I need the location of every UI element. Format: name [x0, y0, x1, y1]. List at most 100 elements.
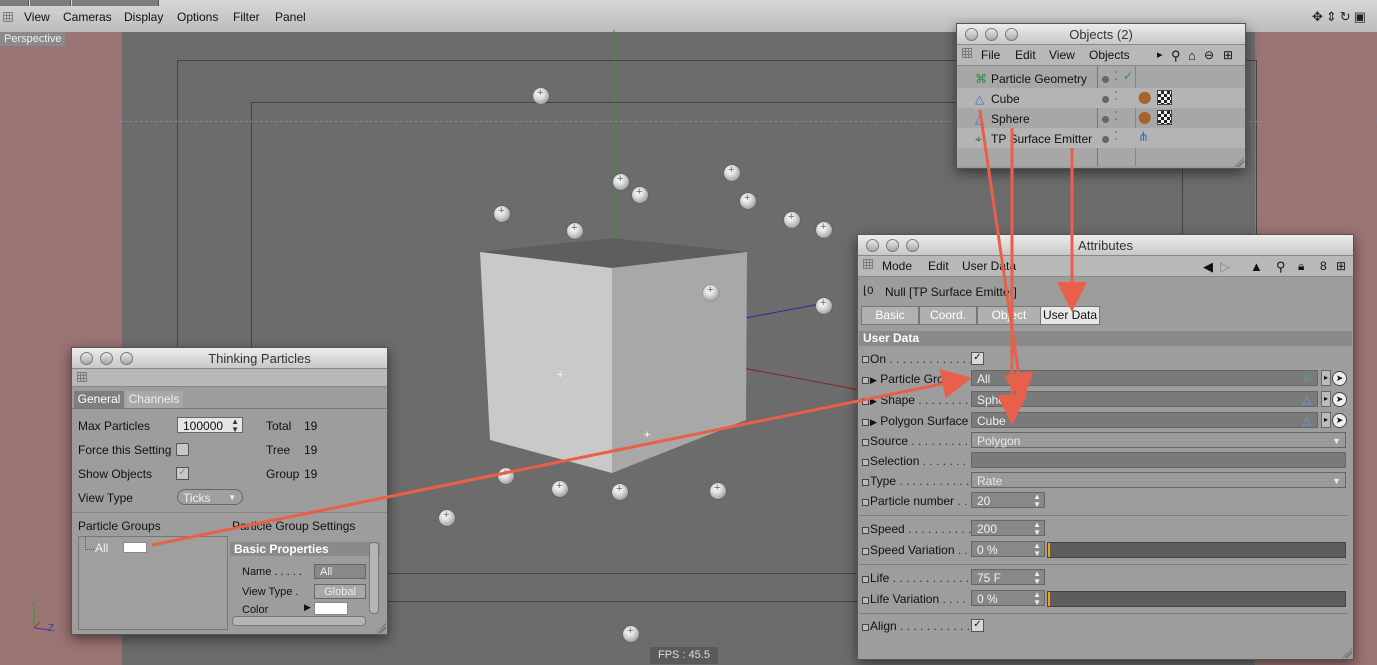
- minimize-icon[interactable]: [100, 352, 113, 365]
- tab-channels[interactable]: Channels: [125, 391, 183, 408]
- back-arrow-icon[interactable]: ◀: [1203, 259, 1213, 275]
- forward-arrow-icon[interactable]: ▷: [1220, 259, 1230, 275]
- particle-group-field[interactable]: All ⁙: [971, 370, 1318, 386]
- align-checkbox[interactable]: ✓: [971, 619, 984, 632]
- visibility-dot-icon[interactable]: [1102, 96, 1109, 103]
- texture-tag-icon[interactable]: [1157, 110, 1172, 125]
- keyframe-icon[interactable]: [862, 499, 869, 506]
- tab-object[interactable]: Object: [977, 306, 1041, 325]
- life-stepper[interactable]: 75 F ▲ ▼: [971, 569, 1045, 586]
- source-dropdown[interactable]: Polygon ▼: [971, 432, 1346, 448]
- name-field[interactable]: All: [314, 564, 366, 579]
- pick-object-icon[interactable]: ➤: [1332, 392, 1347, 407]
- pick-object-icon[interactable]: ➤: [1332, 413, 1347, 428]
- new-panel-icon[interactable]: ⊞: [1223, 48, 1233, 62]
- life-variation-stepper[interactable]: 0 % ▲ ▼: [971, 590, 1045, 607]
- max-particles-stepper[interactable]: 100000 ▲ ▼: [177, 417, 243, 434]
- grip-icon[interactable]: [77, 372, 87, 382]
- menu-mode[interactable]: Mode: [882, 259, 912, 273]
- menu-view[interactable]: View: [1049, 48, 1075, 62]
- xpresso-tag-icon[interactable]: ⋔: [1138, 129, 1149, 145]
- keyframe-icon[interactable]: [862, 624, 869, 631]
- menu-edit[interactable]: Edit: [928, 259, 949, 273]
- visibility-dot-icon[interactable]: [1102, 136, 1109, 143]
- tab-coord[interactable]: Coord.: [919, 306, 977, 325]
- expand-arrow-icon[interactable]: ▸: [1321, 412, 1331, 428]
- menu-objects[interactable]: Objects: [1089, 48, 1130, 62]
- render-dots-icon[interactable]: ⁚: [1114, 89, 1118, 103]
- render-dots-icon[interactable]: ⁚: [1114, 109, 1118, 123]
- resize-handle-icon[interactable]: [376, 623, 386, 633]
- visibility-dot-icon[interactable]: [1102, 116, 1109, 123]
- particle-number-stepper[interactable]: 20 ▲ ▼: [971, 492, 1045, 509]
- group-item-all[interactable]: All: [95, 541, 108, 555]
- up-arrow-icon[interactable]: ▲: [1250, 259, 1263, 274]
- object-row-tp-surface-emitter[interactable]: ⌖ TP Surface Emitter: [965, 129, 1095, 149]
- visibility-dot-icon[interactable]: [1102, 76, 1109, 83]
- tab-basic[interactable]: Basic: [861, 306, 919, 325]
- search-icon[interactable]: ⚲: [1276, 259, 1286, 275]
- pick-object-icon[interactable]: ➤: [1332, 371, 1347, 386]
- keyframe-icon[interactable]: [862, 377, 869, 384]
- selection-field[interactable]: [971, 452, 1346, 468]
- on-checkbox[interactable]: ✓: [971, 352, 984, 365]
- tab-general[interactable]: General: [74, 391, 124, 408]
- polygon-surface-field[interactable]: Cube △: [971, 412, 1318, 428]
- new-panel-icon[interactable]: ⊞: [1336, 259, 1346, 273]
- speed-variation-slider[interactable]: [1047, 542, 1346, 558]
- speed-variation-stepper[interactable]: 0 % ▲ ▼: [971, 541, 1045, 558]
- view-type-dropdown[interactable]: Ticks ▼: [177, 489, 243, 505]
- keyframe-icon[interactable]: [862, 398, 869, 405]
- speed-stepper[interactable]: 200 ▲ ▼: [971, 520, 1045, 537]
- group-color-swatch[interactable]: [123, 542, 147, 553]
- view-type2-dropdown[interactable]: Global: [314, 584, 366, 599]
- link-icon[interactable]: 8: [1320, 259, 1327, 273]
- render-dots-icon[interactable]: ⁚: [1114, 69, 1118, 83]
- menu-user-data[interactable]: User Data: [962, 259, 1016, 273]
- texture-tag-icon[interactable]: [1157, 90, 1172, 105]
- object-row-sphere[interactable]: △ Sphere: [965, 109, 1095, 129]
- menu-edit[interactable]: Edit: [1015, 48, 1036, 62]
- expand-arrow-icon[interactable]: ▸: [1321, 370, 1331, 386]
- type-dropdown[interactable]: Rate ▼: [971, 472, 1346, 488]
- expand-arrow-icon[interactable]: ▶: [304, 602, 311, 613]
- vertical-scrollbar[interactable]: [369, 542, 379, 614]
- tp-titlebar[interactable]: Thinking Particles: [72, 348, 387, 369]
- keyframe-icon[interactable]: [862, 597, 869, 604]
- home-icon[interactable]: ⌂: [1188, 48, 1196, 63]
- horizontal-scrollbar[interactable]: [232, 616, 366, 626]
- keyframe-icon[interactable]: [862, 576, 869, 583]
- keyframe-icon[interactable]: [862, 459, 869, 466]
- menu-more-icon[interactable]: ▸: [1157, 48, 1163, 61]
- eye-icon[interactable]: ⊖: [1204, 48, 1214, 62]
- keyframe-icon[interactable]: [862, 439, 869, 446]
- keyframe-icon[interactable]: [862, 419, 869, 426]
- phong-tag-icon[interactable]: ⬤: [1138, 90, 1151, 104]
- keyframe-icon[interactable]: [862, 479, 869, 486]
- phong-tag-icon[interactable]: ⬤: [1138, 110, 1151, 124]
- life-variation-slider[interactable]: [1047, 591, 1346, 607]
- tab-user-data[interactable]: User Data: [1040, 306, 1100, 325]
- enabled-check-icon[interactable]: ✓: [1123, 69, 1133, 83]
- object-row-cube[interactable]: △ Cube: [965, 89, 1095, 109]
- grip-icon[interactable]: [863, 259, 873, 269]
- lock-icon[interactable]: 🔒︎: [1298, 259, 1304, 274]
- grip-icon[interactable]: [962, 48, 972, 58]
- keyframe-icon[interactable]: [862, 548, 869, 555]
- render-dots-icon[interactable]: ⁚: [1114, 129, 1118, 143]
- attributes-titlebar[interactable]: Attributes: [858, 235, 1353, 256]
- keyframe-icon[interactable]: [862, 356, 869, 363]
- resize-handle-icon[interactable]: [1342, 648, 1352, 658]
- expand-arrow-icon[interactable]: ▸: [1321, 391, 1331, 407]
- show-objects-checkbox[interactable]: ✓: [176, 467, 189, 480]
- resize-handle-icon[interactable]: [1234, 157, 1244, 167]
- object-row-particle-geometry[interactable]: ⌘ Particle Geometry: [965, 69, 1095, 89]
- menu-file[interactable]: File: [981, 48, 1000, 62]
- force-setting-checkbox[interactable]: [176, 443, 189, 456]
- keyframe-icon[interactable]: [862, 527, 869, 534]
- color-swatch[interactable]: [314, 602, 348, 615]
- particle-groups-tree[interactable]: All: [78, 536, 228, 630]
- search-icon[interactable]: ⚲: [1171, 48, 1181, 64]
- shape-field[interactable]: Sphere △: [971, 391, 1318, 407]
- close-icon[interactable]: [80, 352, 93, 365]
